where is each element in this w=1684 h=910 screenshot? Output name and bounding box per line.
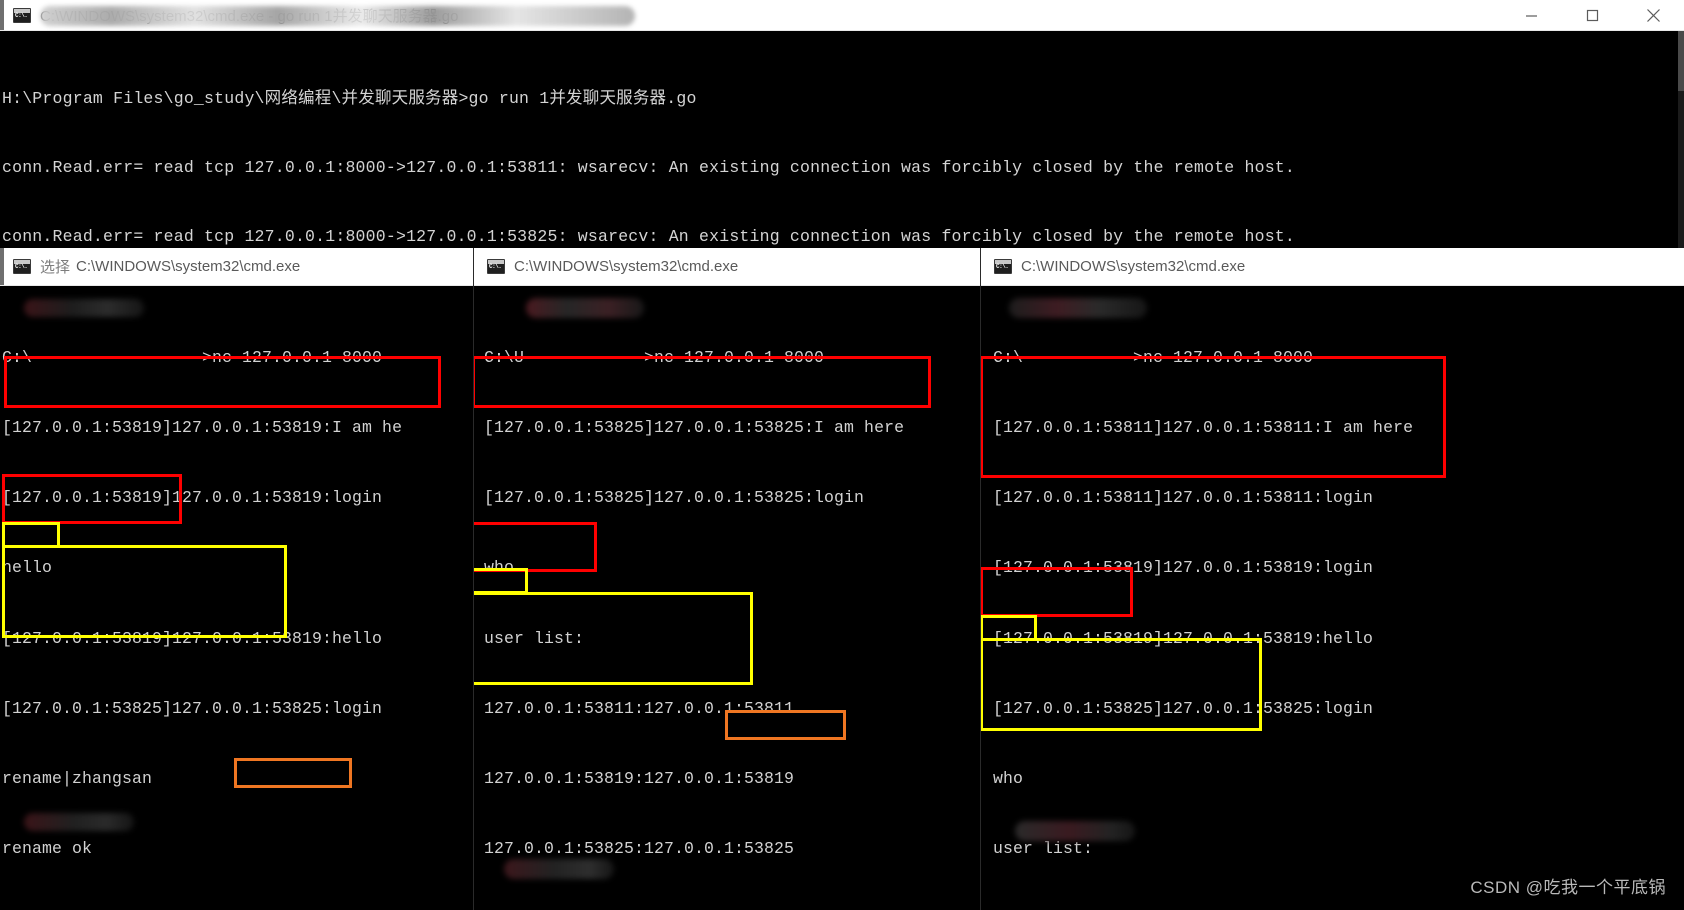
console-line: 127.0.0.1:53819:127.0.0.1:53819 [484, 769, 795, 789]
console-line: rename|zhangsan [2, 769, 153, 789]
console-line: 127.0.0.1:53825:127.0.0.1:53825 [484, 839, 795, 859]
cmd-icon [994, 259, 1012, 274]
console-line: [127.0.0.1:53819]127.0.0.1:53819:I am he [2, 418, 403, 438]
console-line: [127.0.0.1:53811]127.0.0.1:53811:login [993, 488, 1374, 508]
prompt-path-redaction [1009, 298, 1147, 318]
minimize-icon[interactable] [1501, 0, 1562, 31]
server-console-scrollbar[interactable] [1678, 31, 1684, 248]
cmd-icon [13, 7, 31, 23]
client-1-title: C:\WINDOWS\system32\cmd.exe [76, 258, 301, 275]
server-window-titlebar[interactable]: C:\WINDOWS\system32\cmd.exe - go run 1并发… [0, 0, 1684, 31]
client-console-3: C:\WINDOWS\system32\cmd.exe C:\ >nc 127.… [980, 248, 1684, 910]
title-redaction-blur [40, 6, 635, 26]
client-3-title: C:\WINDOWS\system32\cmd.exe [1021, 258, 1246, 275]
console-line: who [993, 769, 1024, 789]
console-line: rename ok [2, 839, 93, 859]
close-icon[interactable] [1623, 0, 1684, 31]
console-line: 127.0.0.1:53811:127.0.0.1:53811 [484, 698, 795, 718]
prompt-path-redaction [24, 813, 134, 831]
csdn-watermark: CSDN @吃我一个平底锅 [1470, 878, 1666, 897]
client-1-title-prefix: 选择 [40, 259, 71, 276]
annotation-box-yellow [2, 522, 60, 548]
console-line: [127.0.0.1:53825]127.0.0.1:53825:I am he… [484, 418, 905, 438]
window-controls [1501, 0, 1684, 31]
client-3-titlebar[interactable]: C:\WINDOWS\system32\cmd.exe [981, 248, 1684, 286]
prompt-path-redaction [24, 299, 144, 317]
console-line: user list: [484, 628, 585, 648]
prompt-path-redaction [1015, 821, 1135, 841]
console-line: [127.0.0.1:53819]127.0.0.1:53819:login [2, 488, 383, 508]
cmd-icon [13, 259, 31, 274]
client-1-titlebar[interactable]: 选择 C:\WINDOWS\system32\cmd.exe [0, 248, 473, 286]
maximize-icon[interactable] [1562, 0, 1623, 31]
screenshot-root: C:\WINDOWS\system32\cmd.exe - go run 1并发… [0, 0, 1684, 910]
console-line: C:\ >nc 127.0.0.1 8000 [2, 347, 383, 367]
console-line: conn.Read.err= read tcp 127.0.0.1:8000->… [2, 227, 1296, 246]
server-console-window: C:\WINDOWS\system32\cmd.exe - go run 1并发… [0, 0, 1684, 248]
client-consoles-row: 选择 C:\WINDOWS\system32\cmd.exe C:\ >nc 1… [0, 248, 1684, 910]
client-console-1: 选择 C:\WINDOWS\system32\cmd.exe C:\ >nc 1… [0, 248, 473, 910]
console-line: [127.0.0.1:53825]127.0.0.1:53825:login [2, 698, 383, 718]
console-line: conn.Read.err= read tcp 127.0.0.1:8000->… [2, 158, 1296, 177]
console-line: C:\ >nc 127.0.0.1 8000 [993, 347, 1314, 367]
console-line: [127.0.0.1:53825]127.0.0.1:53825:login [993, 698, 1374, 718]
prompt-path-redaction [526, 298, 644, 318]
console-line: who [484, 558, 515, 578]
server-console-output[interactable]: H:\Program Files\go_study\网络编程\并发聊天服务器>g… [0, 31, 1684, 248]
scrollbar-thumb[interactable] [1678, 31, 1684, 91]
client-2-title: C:\WINDOWS\system32\cmd.exe [514, 258, 739, 275]
console-line: C:\U >nc 127.0.0.1 8000 [484, 347, 825, 367]
cmd-icon [487, 259, 505, 274]
console-line: [127.0.0.1:53819]127.0.0.1:53819:hello [993, 628, 1374, 648]
client-console-2: C:\WINDOWS\system32\cmd.exe C:\U >nc 127… [473, 248, 980, 910]
console-line: [127.0.0.1:53819]127.0.0.1:53819:hello [2, 628, 383, 648]
client-1-output[interactable]: C:\ >nc 127.0.0.1 8000 [127.0.0.1:53819]… [0, 286, 473, 910]
client-3-output[interactable]: C:\ >nc 127.0.0.1 8000 [127.0.0.1:53811]… [981, 286, 1684, 910]
console-line: H:\Program Files\go_study\网络编程\并发聊天服务器>g… [2, 89, 697, 108]
console-line: hello [2, 558, 53, 578]
console-line: [127.0.0.1:53825]127.0.0.1:53825:login [484, 488, 865, 508]
console-line: [127.0.0.1:53819]127.0.0.1:53819:login [993, 558, 1374, 578]
client-2-titlebar[interactable]: C:\WINDOWS\system32\cmd.exe [474, 248, 980, 286]
console-line: [127.0.0.1:53811]127.0.0.1:53811:I am he… [993, 418, 1414, 438]
prompt-path-redaction [504, 859, 614, 879]
client-2-output[interactable]: C:\U >nc 127.0.0.1 8000 [127.0.0.1:53825… [474, 286, 980, 910]
